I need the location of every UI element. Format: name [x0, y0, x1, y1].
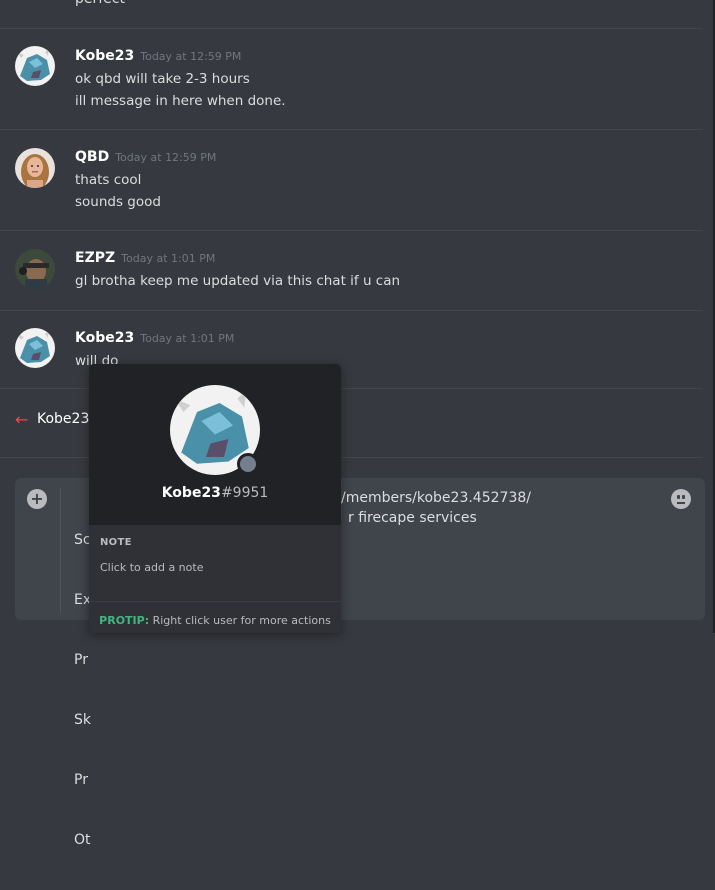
message-group: Kobe23 Today at 12:59 PM ok qbd will take… [0, 28, 703, 129]
input-line: Ot [74, 832, 91, 848]
message-text: sounds good [75, 194, 161, 210]
message-author[interactable]: Kobe23 Today at 1:01 PM [75, 330, 234, 346]
message-group: QBD Today at 12:59 PM thats cool sounds g… [0, 129, 703, 230]
previous-message-fragment: perfect [75, 0, 125, 7]
input-line: Pr [74, 652, 88, 668]
avatar[interactable] [15, 46, 55, 86]
protip-label: PROTIP: [99, 614, 150, 627]
message-text: gl brotha keep me updated via this chat … [75, 273, 401, 289]
input-line-tail: r firecape services [348, 510, 477, 526]
user-popout: Kobe23#9951 NOTE Click to add a note PRO… [89, 364, 341, 633]
input-line-tail: /members/kobe23.452738/ [341, 490, 531, 506]
popout-header: Kobe23#9951 [89, 364, 341, 525]
message-author[interactable]: QBD Today at 12:59 PM [75, 149, 216, 165]
message-timestamp: Today at 1:01 PM [140, 332, 235, 345]
input-line: Sk [74, 712, 91, 728]
arrow-left-icon: ← [15, 409, 29, 429]
attach-plus-icon[interactable]: + [27, 489, 47, 509]
message-group: EZPZ Today at 1:01 PM gl brotha keep me u… [0, 230, 703, 310]
emoji-icon[interactable] [671, 489, 691, 509]
input-separator [60, 488, 61, 613]
note-label: NOTE [100, 537, 132, 548]
protip: PROTIP: Right click user for more action… [89, 601, 341, 633]
avatar[interactable] [15, 249, 55, 289]
message-text: ok qbd will take 2-3 hours [75, 71, 250, 87]
message-timestamp: Today at 1:01 PM [121, 252, 216, 265]
input-line: Pr [74, 772, 88, 788]
message-text: ill message in here when done. [75, 93, 286, 109]
status-offline-icon [237, 453, 259, 475]
popout-username[interactable]: Kobe23#9951 [89, 485, 341, 501]
avatar[interactable] [15, 148, 55, 188]
note-input[interactable]: Click to add a note [100, 561, 203, 574]
message-timestamp: Today at 12:59 PM [140, 50, 242, 63]
system-message: ← Kobe23 [15, 409, 89, 429]
avatar[interactable] [15, 328, 55, 368]
system-message-text[interactable]: Kobe23 [37, 411, 89, 427]
message-text: thats cool [75, 172, 142, 188]
message-author[interactable]: Kobe23 Today at 12:59 PM [75, 48, 241, 64]
message-author[interactable]: EZPZ Today at 1:01 PM [75, 250, 215, 266]
popout-discriminator: #9951 [220, 485, 269, 501]
protip-text: Right click user for more actions [152, 614, 331, 627]
message-timestamp: Today at 12:59 PM [115, 151, 217, 164]
